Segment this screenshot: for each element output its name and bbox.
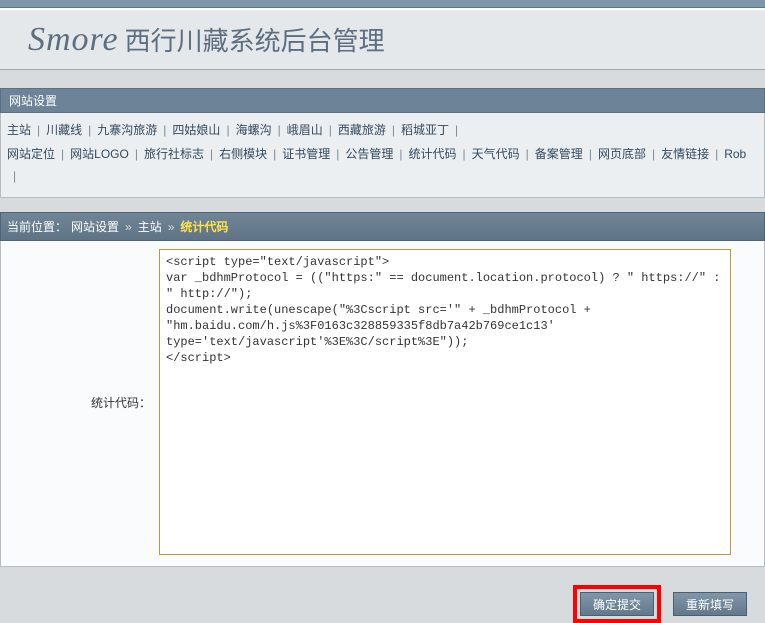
submit-button[interactable]: 确定提交 [580, 592, 654, 616]
settings-nav-link[interactable]: 网站LOGO [70, 143, 129, 165]
nav-sep: | [210, 143, 213, 165]
site-nav-link[interactable]: 四姑娘山 [172, 119, 220, 141]
submit-highlight-box: 确定提交 [573, 585, 661, 623]
site-nav-link[interactable]: 海螺沟 [236, 119, 272, 141]
nav-sep: | [135, 143, 138, 165]
nav-sep: | [278, 119, 281, 141]
button-row: 确定提交 重新填写 [0, 567, 765, 623]
nav-sep: | [526, 143, 529, 165]
nav-panel: 主站|川藏线|九寨沟旅游|四姑娘山|海螺沟|峨眉山|西藏旅游|稻城亚丁| 网站定… [0, 113, 765, 198]
settings-nav-link[interactable]: 天气代码 [472, 143, 520, 165]
site-nav-link[interactable]: 峨眉山 [287, 119, 323, 141]
settings-nav-link[interactable]: 友情链接 [661, 143, 709, 165]
site-nav-link[interactable]: 九寨沟旅游 [97, 119, 157, 141]
settings-nav-link[interactable]: 备案管理 [535, 143, 583, 165]
nav-sep: | [463, 143, 466, 165]
nav-sep: | [399, 143, 402, 165]
nav-sep: | [163, 119, 166, 141]
breadcrumb-label: 当前位置： [7, 218, 67, 235]
nav-sep: | [273, 143, 276, 165]
nav-sep: | [715, 143, 718, 165]
settings-nav-link[interactable]: 网页底部 [598, 143, 646, 165]
app-title: 西行川藏系统后台管理 [125, 21, 385, 58]
stats-code-textarea[interactable] [159, 249, 731, 555]
nav-row-settings: 网站定位|网站LOGO|旅行社标志|右侧模块|证书管理|公告管理|统计代码|天气… [7, 143, 758, 187]
spacer [0, 198, 765, 212]
settings-nav-link[interactable]: 网站定位 [7, 143, 55, 165]
brand-logo-text: Smore [28, 21, 119, 59]
settings-nav-link[interactable]: 证书管理 [282, 143, 330, 165]
nav-sep: | [392, 119, 395, 141]
nav-sep: | [13, 165, 16, 187]
breadcrumb: 当前位置： 网站设置 » 主站 » 统计代码 [0, 212, 765, 241]
nav-sep: | [61, 143, 64, 165]
settings-nav-link[interactable]: 旅行社标志 [144, 143, 204, 165]
nav-sep: | [455, 119, 458, 141]
nav-sep: | [336, 143, 339, 165]
site-nav-link[interactable]: 主站 [7, 119, 31, 141]
nav-sep: | [37, 119, 40, 141]
top-accent-bar [0, 0, 765, 8]
nav-row-sites: 主站 | 川藏线 | 九寨沟旅游 | 四姑娘山 | 海螺沟 | 峨眉山 | 西藏旅游 | 稻城亚丁 | [7, 119, 758, 141]
reset-button[interactable]: 重新填写 [673, 592, 747, 616]
settings-nav-link[interactable]: 统计代码 [409, 143, 457, 165]
nav-sep: | [226, 119, 229, 141]
breadcrumb-sep: » [125, 220, 132, 234]
settings-nav-link[interactable]: Rob [724, 143, 746, 165]
settings-nav-link[interactable]: 公告管理 [345, 143, 393, 165]
breadcrumb-part[interactable]: 主站 [138, 218, 162, 235]
nav-sep: | [329, 119, 332, 141]
breadcrumb-current: 统计代码 [180, 218, 228, 235]
breadcrumb-sep: » [168, 220, 175, 234]
settings-nav-link[interactable]: 右侧模块 [219, 143, 267, 165]
site-nav-link[interactable]: 稻城亚丁 [401, 119, 449, 141]
nav-sep: | [589, 143, 592, 165]
form-label: 统计代码： [9, 249, 159, 411]
spacer [0, 70, 765, 88]
breadcrumb-part[interactable]: 网站设置 [71, 218, 119, 235]
panel-title: 网站设置 [0, 88, 765, 113]
nav-sep: | [652, 143, 655, 165]
nav-sep: | [88, 119, 91, 141]
site-nav-link[interactable]: 川藏线 [46, 119, 82, 141]
form-area: 统计代码： [0, 241, 765, 567]
page-header: Smore 西行川藏系统后台管理 [0, 8, 765, 70]
site-nav-link[interactable]: 西藏旅游 [338, 119, 386, 141]
